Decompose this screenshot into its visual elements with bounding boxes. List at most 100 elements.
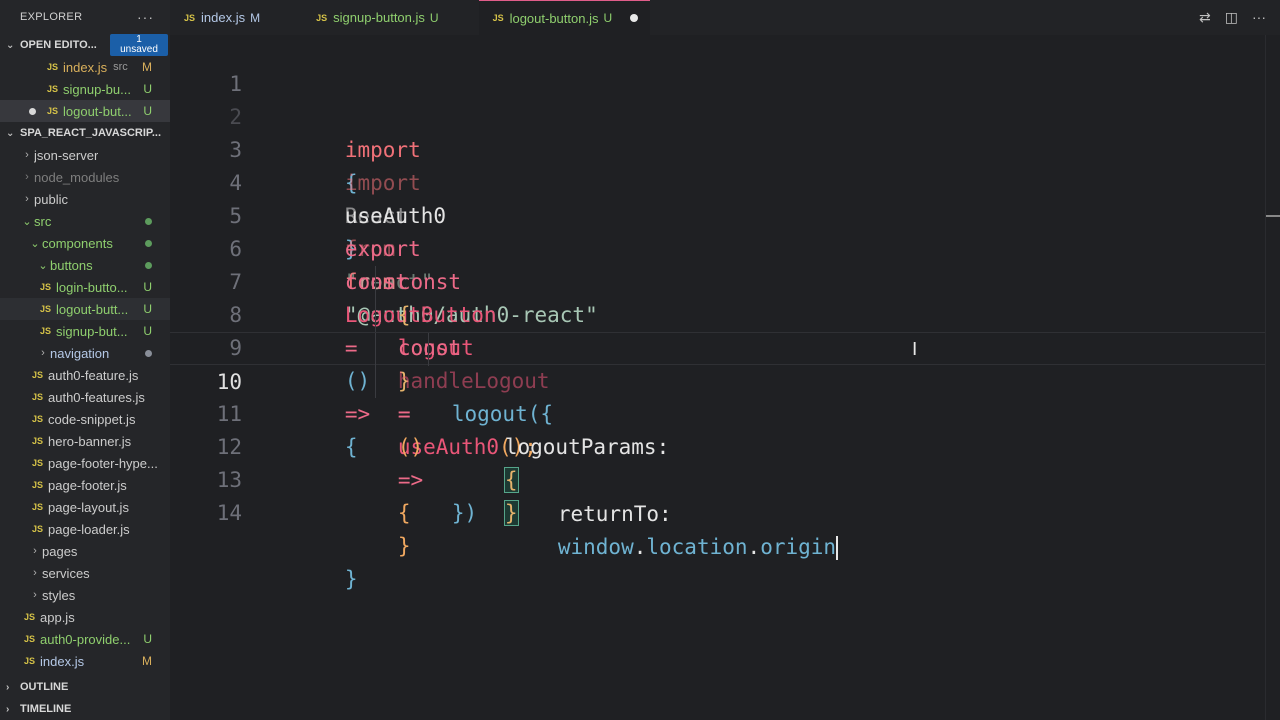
- code-line[interactable]: 13 }: [170, 431, 1265, 558]
- tab-index-js[interactable]: JS index.js M: [170, 0, 302, 35]
- punctuation: }: [451, 501, 465, 525]
- js-file-icon: JS: [32, 392, 44, 402]
- tree-file-hero-banner[interactable]: JS hero-banner.js: [0, 430, 170, 452]
- chevron-right-icon: ›: [33, 567, 37, 579]
- punctuation: .: [747, 535, 761, 559]
- code-line[interactable]: 9 logoutParams: {: [170, 299, 1265, 493]
- mouse-ibeam-icon: I: [912, 339, 918, 360]
- code-line[interactable]: 12 }): [170, 398, 1265, 525]
- punctuation: }: [344, 567, 358, 591]
- file-folder-label: src: [113, 61, 128, 73]
- split-editor-icon[interactable]: ◫: [1225, 9, 1238, 26]
- chevron-down-icon: ⌄: [30, 237, 40, 250]
- chevron-right-icon: ›: [6, 681, 10, 693]
- file-label: logout-but...: [63, 103, 132, 119]
- code-line[interactable]: 6: [170, 200, 1265, 261]
- tree-file-page-footer[interactable]: JS page-footer.js: [0, 474, 170, 496]
- project-label: SPA_REACT_JAVASCRIP...: [20, 127, 162, 139]
- tab-label: index.js: [201, 10, 246, 25]
- code-editor[interactable]: 1 import { useAuth0 } from "@auth0/auth0…: [170, 35, 1280, 720]
- git-change-dot-icon: [145, 262, 152, 269]
- code-line[interactable]: 5 const { logout } = useAuth0();: [170, 167, 1265, 459]
- tree-file-page-layout[interactable]: JS page-layout.js: [0, 496, 170, 518]
- tree-folder-navigation[interactable]: › navigation: [0, 342, 170, 364]
- scrollbar-thumb[interactable]: [1266, 215, 1280, 217]
- js-file-icon: JS: [40, 304, 52, 314]
- open-editor-signup[interactable]: JS signup-bu... U: [0, 78, 170, 100]
- file-label: logout-butt...: [56, 301, 129, 317]
- tab-label: signup-button.js: [333, 10, 425, 25]
- open-editor-index[interactable]: JS index.js src M: [0, 56, 170, 78]
- tree-folder-json-server[interactable]: › json-server: [0, 144, 170, 166]
- more-actions-icon[interactable]: ···: [137, 9, 154, 25]
- tree-file-app[interactable]: JS app.js: [0, 606, 170, 628]
- tab-label: logout-button.js: [509, 10, 599, 26]
- js-file-icon: JS: [47, 84, 59, 94]
- tree-folder-buttons[interactable]: ⌄ buttons: [0, 254, 170, 276]
- code-line-current[interactable]: 10 returnTo: window.location.origin: [170, 332, 1265, 560]
- tree-folder-services[interactable]: › services: [0, 562, 170, 584]
- project-section[interactable]: ⌄ SPA_REACT_JAVASCRIP...: [0, 122, 170, 144]
- code-line[interactable]: 2 import React from "react": [170, 68, 1265, 294]
- indent-guide: [375, 299, 376, 332]
- code-line[interactable]: 8 logout({: [170, 266, 1265, 426]
- code-line[interactable]: 14 }: [170, 464, 1265, 591]
- unsaved-dot-icon[interactable]: [29, 108, 36, 115]
- folder-label: node_modules: [34, 169, 120, 185]
- tree-file-page-loader[interactable]: JS page-loader.js: [0, 518, 170, 540]
- code-line[interactable]: 1 import { useAuth0 } from "@auth0/auth0…: [170, 35, 1265, 327]
- folder-label: navigation: [50, 345, 110, 361]
- chevron-right-icon: ›: [33, 589, 37, 601]
- property-key: returnTo:: [557, 502, 672, 526]
- git-status-badge: U: [143, 280, 152, 294]
- tree-folder-src[interactable]: ⌄ src: [0, 210, 170, 232]
- file-label: index.js: [40, 653, 85, 669]
- explorer-sidebar: EXPLORER ··· ⌄ OPEN EDITO... 1 unsaved J…: [0, 0, 170, 720]
- js-file-icon: JS: [32, 436, 44, 446]
- bracket-match: }: [503, 500, 519, 526]
- code-line[interactable]: 4 export const LogoutButton = () => {: [170, 134, 1265, 459]
- tree-folder-styles[interactable]: › styles: [0, 584, 170, 606]
- tree-file-auth0-provider[interactable]: JS auth0-provide... U: [0, 628, 170, 650]
- identifier: origin: [760, 535, 837, 559]
- tree-folder-public[interactable]: › public: [0, 188, 170, 210]
- tree-file-signup-button[interactable]: JS signup-but... U: [0, 320, 170, 342]
- file-label: signup-bu...: [63, 81, 131, 97]
- punctuation: .: [633, 535, 647, 559]
- tree-folder-pages[interactable]: › pages: [0, 540, 170, 562]
- js-file-icon: JS: [316, 12, 328, 23]
- compare-changes-icon[interactable]: ⇄: [1199, 9, 1211, 26]
- git-status-badge: U: [143, 302, 152, 316]
- tab-logout-button-js[interactable]: JS logout-button.js U: [478, 0, 651, 35]
- more-actions-icon[interactable]: ···: [1252, 9, 1266, 26]
- timeline-section[interactable]: › TIMELINE: [0, 698, 170, 720]
- tree-file-index[interactable]: JS index.js M: [0, 650, 170, 672]
- code-line[interactable]: 7 const handleLogout = () => {: [170, 233, 1265, 525]
- js-file-icon: JS: [492, 13, 504, 23]
- tree-file-auth0-features[interactable]: JS auth0-features.js: [0, 386, 170, 408]
- code-line[interactable]: 11 }: [170, 365, 1265, 526]
- tree-file-page-footer-hyperlink[interactable]: JS page-footer-hype...: [0, 452, 170, 474]
- tree-file-login-button[interactable]: JS login-butto... U: [0, 276, 170, 298]
- chevron-right-icon: ›: [33, 545, 37, 557]
- tree-file-auth0-feature[interactable]: JS auth0-feature.js: [0, 364, 170, 386]
- tree-file-logout-button[interactable]: JS logout-butt... U: [0, 298, 170, 320]
- tree-folder-components[interactable]: ⌄ components: [0, 232, 170, 254]
- code-line[interactable]: 3: [170, 101, 1265, 162]
- file-label: page-loader.js: [48, 521, 130, 537]
- identifier: window: [557, 535, 634, 559]
- unsaved-dot-icon[interactable]: [630, 14, 639, 22]
- text-cursor: [836, 536, 839, 560]
- tree-folder-node-modules[interactable]: › node_modules: [0, 166, 170, 188]
- tree-file-code-snippet[interactable]: JS code-snippet.js: [0, 408, 170, 430]
- explorer-title: EXPLORER: [20, 11, 83, 23]
- file-label: code-snippet.js: [48, 411, 136, 427]
- js-file-icon: JS: [32, 370, 44, 380]
- git-status-badge: U: [143, 324, 152, 338]
- editor-tabs: JS index.js M JS signup-button.js U JS l…: [170, 0, 1280, 35]
- tab-signup-button-js[interactable]: JS signup-button.js U: [302, 0, 478, 35]
- indent-guide: [428, 333, 429, 366]
- outline-label: OUTLINE: [20, 681, 69, 693]
- outline-section[interactable]: › OUTLINE: [0, 676, 170, 698]
- open-editor-logout[interactable]: JS logout-but... U: [0, 100, 170, 122]
